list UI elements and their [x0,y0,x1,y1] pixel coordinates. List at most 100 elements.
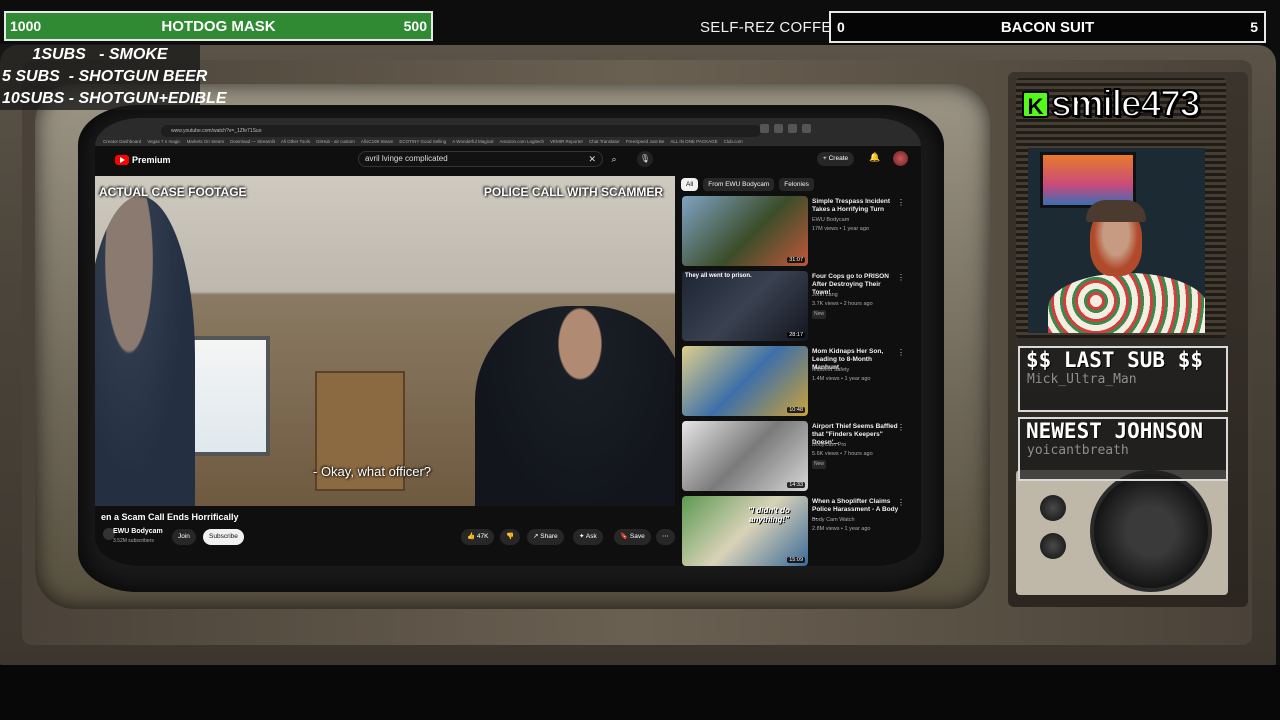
bookmark-item[interactable]: ECOTINY Good Selling [399,137,446,146]
bookmark-item[interactable]: Markets On Steam [187,137,225,146]
last-sub-panel: $$ LAST SUB $$ Mick_Ultra_Man [1018,346,1228,412]
video-title: en a Scam Call Ends Horrifically [101,512,239,522]
browser-chrome: www.youtube.com/watch?v=_1Zfe71Suo Creat… [95,118,921,146]
video-duration: 15:09 [787,557,805,563]
kebab-menu-icon[interactable]: ⋮ [897,348,905,357]
kebab-menu-icon[interactable]: ⋮ [897,423,905,432]
streamer-username: smile473 [1050,82,1201,125]
notifications-bell-icon[interactable]: 🔔 [869,152,880,163]
video-caption: - Okay, what officer? [313,464,432,479]
chip-from-channel[interactable]: From EWU Bodycam [703,178,775,191]
rec-meta: BodyCam Pro 5.6K views • 7 hours ago New [812,441,902,469]
rec-meta: EWU Bodycam 17M views • 1 year ago [812,216,902,234]
rec-views: 5.6K views • 7 hours ago [812,451,873,457]
rec-views: 17M views • 1 year ago [812,226,869,232]
rec-channel[interactable]: Midwest Safety [812,366,902,375]
bookmark-item[interactable]: Creator Dashboard [103,137,141,146]
browser-toolbar [760,124,811,133]
recommended-video[interactable]: "I didn't do anything!" 15:09 When a Sho… [682,496,907,566]
video-duration: 10:48 [787,407,805,413]
newest-johnson-label: NEWEST JOHNSON [1026,419,1204,443]
video-thumbnail[interactable]: 14:33 [682,421,808,491]
rec-channel[interactable]: BodyCam Pro [812,441,902,450]
video-duration: 31:07 [787,257,805,263]
newest-johnson-panel: NEWEST JOHNSON yoicantbreath [1018,417,1228,481]
subscribe-button[interactable]: Subscribe [203,529,244,545]
share-button[interactable]: ↗ Share [527,529,564,545]
bookmark-item[interactable]: ALL IN ONE PACKAGE [670,137,717,146]
video-label-left: ACTUAL CASE FOOTAGE [99,185,247,199]
rec-title[interactable]: Simple Trespass Incident Takes a Horrify… [812,198,900,214]
kebab-menu-icon[interactable]: ⋮ [897,273,905,282]
sub-rewards-list: 1SUBS - SMOKE 5 SUBS - SHOTGUN BEER 10SU… [0,44,227,110]
video-thumbnail[interactable]: "I didn't do anything!" 15:09 [682,496,808,566]
rec-meta: John Lang 3.7K views • 2 hours ago New [812,291,902,319]
search-icon[interactable]: ⌕ [606,151,622,167]
rec-channel[interactable]: Body Cam Watch [812,516,902,525]
kick-logo-icon: K [1022,90,1049,119]
video-duration: 14:33 [787,482,805,488]
bookmark-item[interactable]: AlloC199 Steam [361,137,394,146]
bookmarks-bar: Creator Dashboard Vegas 7 n magic Market… [95,137,921,146]
subscriber-count: 3.52M subscribers [113,538,154,544]
search-value: avril lvinge complicated [365,154,448,163]
goal-title: HOTDOG MASK [161,17,276,35]
youtube-play-icon [115,155,129,165]
create-button[interactable]: + Create [817,152,855,166]
extension-icon[interactable] [788,124,797,133]
webcam-feed [1028,148,1205,333]
recommended-video[interactable]: 14:33 Airport Thief Seems Baffled that "… [682,421,907,491]
bookmark-item[interactable]: A Wonderful Magical [452,137,493,146]
join-button[interactable]: Join [172,529,196,545]
search-input[interactable]: avril lvinge complicated ✕ [358,151,603,167]
video-thumbnail[interactable]: 31:07 [682,196,808,266]
bookmark-item[interactable]: All Other Tools [281,137,310,146]
video-thumbnail[interactable]: 10:48 [682,346,808,416]
rec-channel[interactable]: EWU Bodycam [812,216,902,225]
rec-channel[interactable]: John Lang [812,291,902,300]
bookmark-item[interactable]: Chat Translator [589,137,620,146]
webcam-streamer-hat [1086,200,1146,222]
extension-icon[interactable] [802,124,811,133]
youtube-header: Premium avril lvinge complicated ✕ ⌕ 🎙 +… [95,146,921,176]
sub-reward-item: 10SUBS - SHOTGUN+EDIBLE [2,90,227,107]
recommended-video[interactable]: 31:07 Simple Trespass Incident Takes a H… [682,196,907,266]
thumbnail-overlay-text: They all went to prison. [685,273,752,279]
like-button[interactable]: 👍 47K [461,529,495,545]
dislike-button[interactable]: 👎 [500,529,521,545]
kebab-menu-icon[interactable]: ⋮ [897,498,905,507]
save-button[interactable]: 🔖 Save [614,529,651,545]
rec-meta: Body Cam Watch 2.8M views • 1 year ago [812,516,902,534]
stream-overlay: 1000 HOTDOG MASK 500 SELF-REZ COFFEE 0 B… [0,0,1280,720]
youtube-logo[interactable]: Premium [115,155,171,165]
video-player[interactable]: ACTUAL CASE FOOTAGE POLICE CALL WITH SCA… [95,176,675,506]
bookmark-item[interactable]: FreeSpeed Just Be [626,137,665,146]
bookmark-item[interactable]: Amazon.com Logitech [500,137,545,146]
last-sub-name: Mick_Ultra_Man [1027,372,1137,387]
newest-johnson-name: yoicantbreath [1027,443,1129,458]
rec-views: 2.8M views • 1 year ago [812,526,871,532]
video-thumbnail[interactable]: They all went to prison. 28:17 [682,271,808,341]
chip-all[interactable]: All [681,178,699,191]
kebab-menu-icon[interactable]: ⋮ [897,198,905,207]
recommendation-filter-chips: All From EWU Bodycam Felonies [681,178,814,191]
extension-icon[interactable] [760,124,769,133]
clear-search-icon[interactable]: ✕ [588,152,596,166]
video-duration: 28:17 [787,332,805,338]
bookmark-item[interactable]: Club.com [724,137,743,146]
bookmark-item[interactable]: Vegas 7 n magic [147,137,180,146]
channel-name[interactable]: EWU Bodycam [113,528,163,535]
bookmark-item[interactable]: Download — Streamlit [230,137,275,146]
chip-felonies[interactable]: Felonies [779,178,814,191]
bookmark-item[interactable]: VEMIR Reporter [550,137,583,146]
webcam-streamer-shirt [1048,273,1205,333]
microphone-icon[interactable]: 🎙 [637,151,653,167]
address-bar[interactable]: www.youtube.com/watch?v=_1Zfe71Suo [161,125,761,137]
recommended-video[interactable]: 10:48 Mom Kidnaps Her Son, Leading to 8-… [682,346,907,416]
more-actions-icon[interactable]: ⋯ [656,529,675,545]
extension-icon[interactable] [774,124,783,133]
ask-button[interactable]: ✦ Ask [573,529,603,545]
account-avatar[interactable] [893,151,908,166]
bookmark-item[interactable]: GitHub - air custom [316,137,355,146]
recommended-video[interactable]: They all went to prison. 28:17 Four Cops… [682,271,907,341]
